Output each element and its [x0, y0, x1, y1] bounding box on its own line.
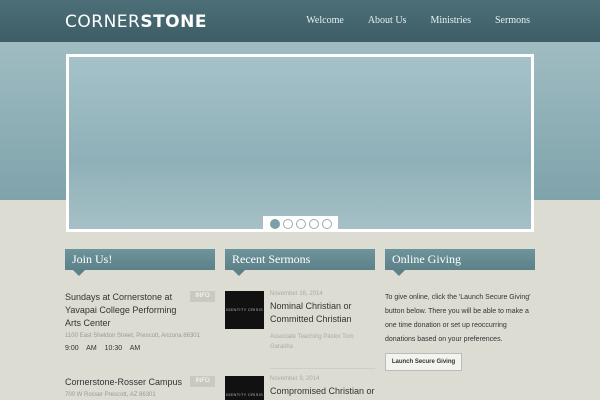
slider-dot-2[interactable]: [282, 219, 293, 229]
join-entry-rosser: Cornerstone-Rosser Campus INFO 700 W Ros…: [65, 376, 215, 398]
join-entry-address: 1100 East Sheldon Street, Prescott, Ariz…: [65, 333, 200, 339]
hero-slider[interactable]: [66, 54, 534, 232]
sermon-title[interactable]: Nominal Christian or Committed Christian: [270, 300, 375, 326]
join-entry-address: 700 W Rosser Prescott, AZ 86301: [65, 392, 156, 398]
nav-about-us[interactable]: About Us: [368, 15, 407, 26]
sermon-item[interactable]: IDENTITY CRISIS November 16, 2014 Nomina…: [225, 291, 375, 352]
online-giving-column: Online Giving To give online, click the …: [385, 249, 535, 371]
online-giving-heading: Online Giving: [385, 249, 535, 276]
launch-secure-giving-button[interactable]: Launch Secure Giving: [385, 353, 462, 371]
join-entry-title[interactable]: Cornerstone-Rosser Campus: [65, 376, 183, 389]
sermon-date: November 16, 2014: [270, 291, 323, 297]
site-logo[interactable]: CORNERSTONE: [65, 12, 207, 32]
site-header: CORNERSTONE Welcome About Us Ministries …: [0, 0, 600, 42]
nav-welcome[interactable]: Welcome: [306, 15, 344, 26]
slider-dot-1[interactable]: [269, 219, 280, 229]
sermon-title[interactable]: Compromised Christian or: [270, 385, 375, 398]
giving-description: To give online, click the 'Launch Secure…: [385, 294, 531, 343]
logo-light-text: CORNER: [65, 12, 141, 32]
slider-dot-5[interactable]: [321, 219, 332, 229]
join-us-column: Join Us! Sundays at Cornerstone at Yavap…: [65, 249, 215, 398]
join-entry-times: 9:00 AM 10:30 AM: [65, 345, 141, 352]
slider-dot-3[interactable]: [295, 219, 306, 229]
sermon-date: November 9, 2014: [270, 376, 320, 382]
sermon-item[interactable]: IDENTITY CRISIS November 9, 2014 Comprom…: [225, 376, 375, 400]
sermon-divider: [270, 368, 375, 369]
info-button[interactable]: INFO: [190, 376, 215, 387]
nav-sermons[interactable]: Sermons: [495, 15, 530, 26]
recent-sermons-column: Recent Sermons IDENTITY CRISIS November …: [225, 249, 375, 400]
slider-pagination: [263, 216, 338, 232]
sermon-speaker: Associate Teaching Pastor Tom Garasha: [270, 334, 354, 350]
sermon-thumbnail[interactable]: IDENTITY CRISIS: [225, 376, 264, 400]
join-entry-sundays: Sundays at Cornerstone at Yavapai Colleg…: [65, 291, 215, 352]
join-entry-title[interactable]: Sundays at Cornerstone at Yavapai Colleg…: [65, 291, 183, 330]
info-button[interactable]: INFO: [190, 291, 215, 302]
logo-bold-text: STONE: [140, 12, 207, 32]
sermon-thumbnail[interactable]: IDENTITY CRISIS: [225, 291, 264, 329]
main-nav: Welcome About Us Ministries Sermons: [306, 15, 530, 26]
recent-sermons-heading: Recent Sermons: [225, 249, 375, 276]
join-us-heading: Join Us!: [65, 249, 215, 276]
nav-ministries[interactable]: Ministries: [430, 15, 471, 26]
slider-dot-4[interactable]: [308, 219, 319, 229]
